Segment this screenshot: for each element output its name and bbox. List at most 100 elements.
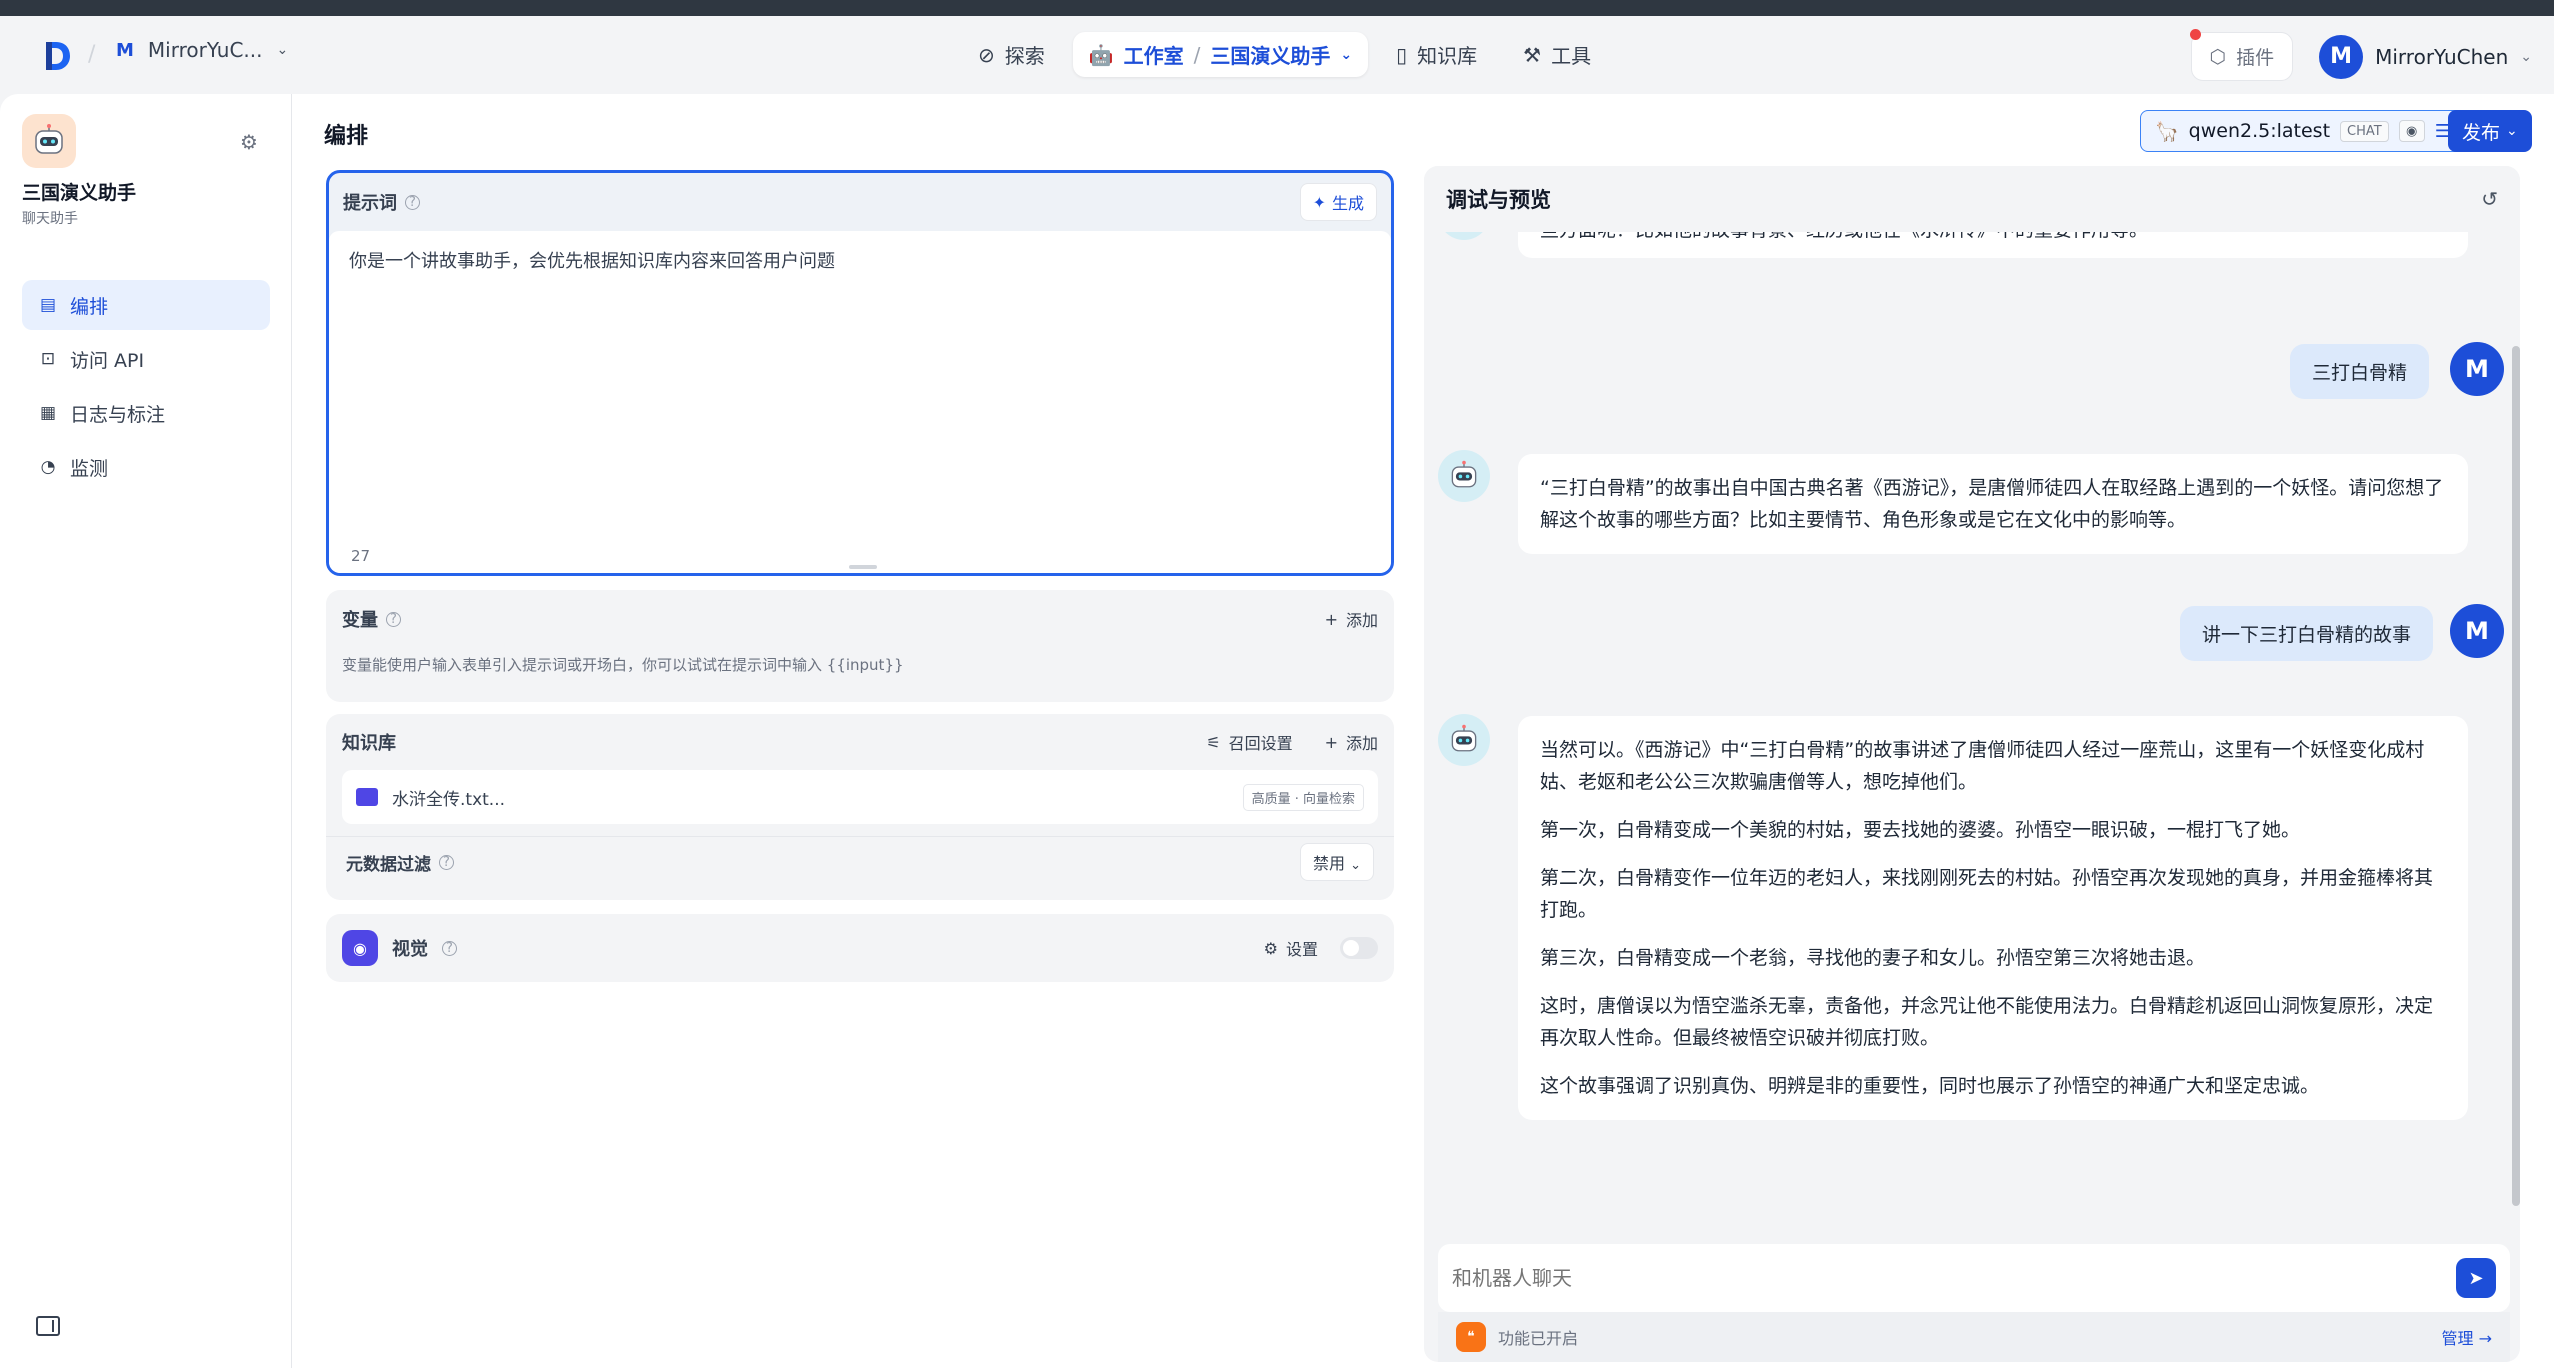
plugin-button[interactable]: ⬡ 插件: [2189, 29, 2294, 81]
sidebar-item-api[interactable]: ⊡ 访问 API: [22, 334, 270, 384]
sidebar-item-monitor[interactable]: ◔ 监测: [22, 442, 270, 492]
chat-header: 调试与预览 ↺: [1424, 166, 2520, 232]
layout-icon: ▤: [39, 295, 57, 315]
debug-preview-panel: 调试与预览 ↺ 些方面呢？比如他的故事背景、经历或他在《水浒传》中的重要作用等。…: [1424, 166, 2520, 1362]
model-selector[interactable]: 🦙 qwen2.5:latest CHAT ◉ ☰: [2140, 110, 2466, 152]
help-icon[interactable]: ?: [439, 854, 454, 870]
header-right: ⬡ 插件 M MirrorYuChen ⌄: [2189, 29, 2532, 81]
bot-avatar: [1438, 450, 1490, 502]
prompt-text: 你是一个讲故事助手，会优先根据知识库内容来回答用户问题: [349, 251, 835, 272]
terminal-icon: ⊡: [40, 349, 56, 369]
help-icon[interactable]: ?: [386, 611, 401, 627]
model-mode-badge: CHAT: [2340, 120, 2389, 142]
vision-settings-button[interactable]: ⚙ 设置: [1264, 936, 1318, 960]
variables-header: 变量 ? + 添加: [326, 590, 1394, 642]
sidebar-menu: ▤ 编排 ⊡ 访问 API ▦ 日志与标注 ◔ 监测: [22, 280, 270, 496]
add-variable-button[interactable]: + 添加: [1325, 607, 1378, 631]
workspace-initial: M: [116, 39, 134, 61]
arrow-right-icon: →: [2478, 1329, 2492, 1348]
chat-message-user: 三打白骨精: [2290, 344, 2430, 399]
nav-explore-label: 探索: [1004, 44, 1045, 68]
book-icon: ▯: [1396, 42, 1408, 67]
current-app-label[interactable]: 三国演义助手: [1210, 40, 1330, 69]
variables-card: 变量 ? + 添加 变量能使用户输入表单引入提示词或开场白，你可以试试在提示词中…: [326, 590, 1394, 702]
refresh-icon[interactable]: ↺: [2481, 187, 2498, 211]
sidebar-item-orchestrate[interactable]: ▤ 编排: [22, 280, 270, 330]
chat-scrollbar[interactable]: [2512, 346, 2520, 1206]
message-text: 三打白骨精: [2312, 362, 2408, 384]
prompt-title: 提示词 ?: [343, 189, 420, 215]
publish-button[interactable]: 发布 ⌄: [2448, 110, 2532, 152]
manage-label: 管理: [2441, 1329, 2474, 1348]
message-paragraph: 第三次，白骨精变成一个老翁，寻找他的妻子和女儿。孙悟空第三次将她击退。: [1540, 947, 2206, 969]
vision-card: ◉ 视觉 ? ⚙ 设置: [326, 914, 1394, 982]
page-title: 编排: [324, 124, 369, 149]
workspace-switcher[interactable]: M MirrorYuC... ⌄: [116, 38, 288, 62]
file-list-icon: ▦: [39, 403, 57, 423]
vision-actions: ⚙ 设置: [1264, 936, 1378, 960]
gauge-icon: ◔: [40, 457, 56, 477]
knowledge-actions: ⚟ 召回设置 + 添加: [1206, 730, 1378, 754]
add-label: 添加: [1345, 734, 1378, 753]
chevron-down-icon: ⌄: [276, 42, 289, 58]
vision-title-text: 视觉: [392, 939, 428, 960]
sidebar-item-label: 日志与标注: [70, 403, 166, 426]
vision-title: ◉ 视觉 ?: [342, 930, 457, 966]
nav-tools[interactable]: ⚒ 工具: [1505, 30, 1609, 79]
sidebar-item-label: 访问 API: [70, 349, 145, 372]
knowledge-file-item[interactable]: 水浒全传.txt... 高质量 · 向量检索: [342, 770, 1378, 824]
chat-message-bot: 当然可以。《西游记》中“三打白骨精”的故事讲述了唐僧师徒四人经过一座荒山，这里有…: [1518, 716, 2468, 1120]
knowledge-file: 水浒全传.txt...: [356, 785, 505, 810]
send-button[interactable]: ➤: [2456, 1258, 2496, 1298]
sidebar-item-label: 监测: [70, 457, 109, 480]
manage-link[interactable]: 管理 →: [2441, 1325, 2492, 1349]
knowledge-file-name: 水浒全传.txt...: [392, 789, 506, 810]
nav-studio[interactable]: 🤖 工作室 / 三国演义助手 ⌄: [1072, 32, 1369, 77]
dify-logo-icon[interactable]: [42, 40, 72, 72]
publish-label: 发布: [2462, 121, 2501, 144]
avatar: M: [2319, 34, 2364, 79]
knowledge-title: 知识库: [342, 733, 396, 754]
nav-separator: /: [1193, 42, 1201, 67]
resize-handle[interactable]: [849, 565, 877, 569]
nav-knowledge[interactable]: ▯ 知识库: [1378, 30, 1495, 79]
plus-icon: +: [1324, 732, 1338, 752]
nav-tools-label: 工具: [1551, 44, 1592, 68]
variables-title-text: 变量: [342, 610, 378, 631]
sidebar-item-logs[interactable]: ▦ 日志与标注: [22, 388, 270, 438]
user-name: MirrorYuChen: [2375, 44, 2509, 69]
help-icon[interactable]: ?: [405, 194, 420, 210]
settings-label: 设置: [1285, 940, 1318, 959]
cube-icon: ⬡: [2209, 45, 2227, 68]
collapse-sidebar-icon[interactable]: [36, 1316, 60, 1336]
help-icon[interactable]: ?: [442, 940, 457, 956]
user-menu[interactable]: M MirrorYuChen ⌄: [2319, 34, 2532, 79]
app-robot-icon: [22, 114, 76, 168]
generate-button[interactable]: ✦ 生成: [1299, 183, 1377, 221]
vision-toggle[interactable]: [1340, 937, 1378, 959]
message-paragraph: 当然可以。《西游记》中“三打白骨精”的故事讲述了唐僧师徒四人经过一座荒山，这里有…: [1540, 739, 2425, 793]
prompt-textarea[interactable]: 你是一个讲故事助手，会优先根据知识库内容来回答用户问题: [329, 231, 1391, 573]
chat-title: 调试与预览: [1446, 188, 1551, 212]
chevron-down-icon: ⌄: [2506, 123, 2518, 139]
nav-explore[interactable]: ⊘ 探索: [960, 30, 1063, 79]
message-paragraph: 这时，唐僧误以为悟空滥杀无辜，责备他，并念咒让他不能使用法力。白骨精趁机返回山洞…: [1540, 995, 2434, 1049]
metadata-filter-select[interactable]: 禁用 ⌄: [1299, 843, 1374, 881]
main-nav: ⊘ 探索 🤖 工作室 / 三国演义助手 ⌄ ▯ 知识库 ⚒ 工具: [960, 30, 1609, 79]
chat-input-box: ➤: [1438, 1244, 2510, 1312]
app-name: 三国演义助手: [22, 182, 137, 204]
vision-row: ◉ 视觉 ? ⚙ 设置: [326, 914, 1394, 982]
main-area: 编排 🦙 qwen2.5:latest CHAT ◉ ☰ 发布 ⌄ 提示词 ? …: [292, 94, 2554, 1368]
add-knowledge-button[interactable]: + 添加: [1325, 730, 1378, 754]
variables-description: 变量能使用户输入表单引入提示词或开场白，你可以试试在提示词中输入 {{input…: [342, 656, 904, 674]
prompt-header: 提示词 ? ✦ 生成: [329, 173, 1391, 231]
message-paragraph: 这个故事强调了识别真伪、明辨是非的重要性，同时也展示了孙悟空的神通广大和坚定忠诚…: [1540, 1075, 2320, 1097]
llama-icon: 🦙: [2155, 120, 2179, 143]
chat-input[interactable]: [1452, 1266, 2456, 1290]
metadata-filter-title: 元数据过滤 ?: [346, 850, 454, 875]
browser-top-strip: [0, 0, 2554, 16]
sliders-icon[interactable]: ⚙: [240, 130, 258, 154]
metadata-filter-row: 元数据过滤 ? 禁用 ⌄: [326, 837, 1394, 887]
recall-settings-button[interactable]: ⚟ 召回设置: [1206, 730, 1292, 754]
nav-studio-label: 工作室: [1123, 44, 1184, 68]
